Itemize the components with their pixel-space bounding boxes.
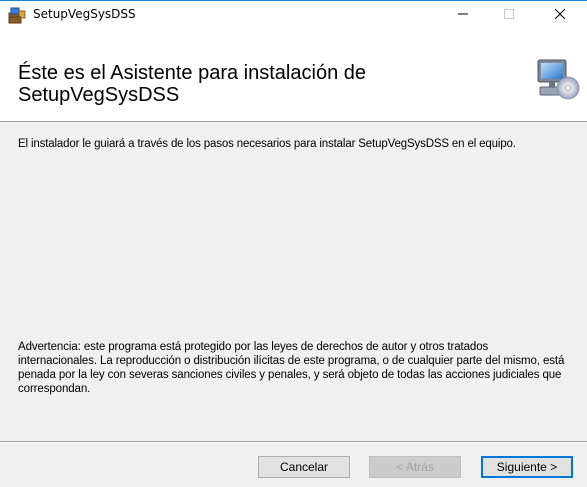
installer-box-icon (8, 6, 26, 24)
minimize-button[interactable] (440, 1, 486, 31)
close-icon (554, 7, 566, 25)
computer-cd-icon (536, 56, 580, 102)
wizard-header: Éste es el Asistente para instalación de… (0, 30, 587, 122)
window-title: SetupVegSysDSS (33, 7, 136, 21)
next-button[interactable]: Siguiente > (481, 456, 573, 478)
intro-text: El instalador le guiará a través de los … (18, 138, 516, 150)
page-title: Éste es el Asistente para instalación de… (18, 62, 366, 106)
maximize-icon (503, 7, 515, 25)
back-button: < Atrás (369, 456, 461, 478)
minimize-icon (457, 7, 469, 25)
maximize-button (486, 1, 532, 31)
copyright-warning: Advertencia: este programa está protegid… (18, 341, 565, 395)
cancel-button[interactable]: Cancelar (258, 456, 350, 478)
close-button[interactable] (537, 1, 583, 31)
title-bar[interactable]: SetupVegSysDSS (0, 0, 587, 30)
footer-divider (0, 441, 587, 443)
